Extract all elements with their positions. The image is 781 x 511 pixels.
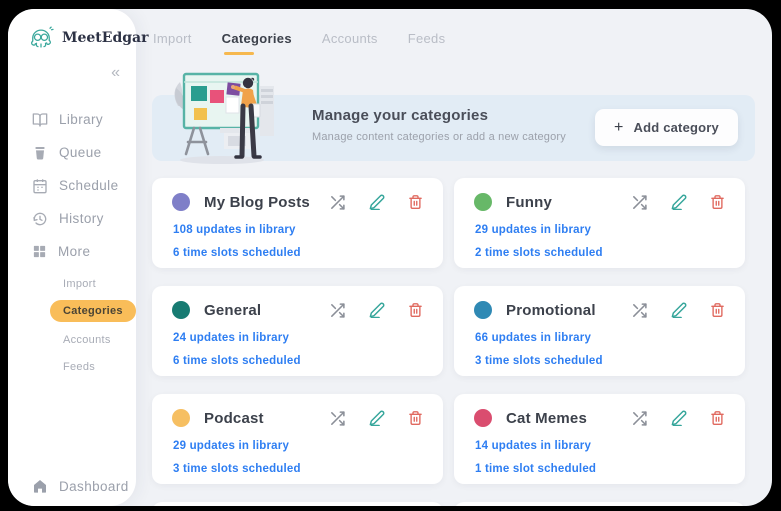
category-color-dot (172, 193, 190, 211)
tab-categories[interactable]: Categories (222, 31, 292, 55)
sidebar-subitem-feeds[interactable]: Feeds (63, 353, 130, 380)
slots-link[interactable]: 3 time slots scheduled (173, 463, 423, 475)
category-card-grid: My Blog Posts 108 updates in library 6 t… (152, 178, 745, 506)
add-category-button[interactable]: + Add category (594, 109, 738, 146)
sidebar-subitem-accounts[interactable]: Accounts (63, 326, 130, 353)
category-name: Cat Memes (506, 409, 587, 427)
delete-icon[interactable] (710, 410, 725, 426)
tab-import[interactable]: Import (153, 31, 192, 55)
sidebar-item-schedule[interactable]: Schedule (32, 169, 130, 202)
sidebar-item-label: Queue (59, 145, 102, 160)
delete-icon[interactable] (710, 194, 725, 210)
sidebar-item-label: Dashboard (59, 478, 129, 494)
sidebar-item-library[interactable]: Library (32, 103, 130, 136)
category-card: Cat Memes 14 updates in library 1 time s… (454, 394, 745, 484)
sidebar-item-label: Schedule (59, 178, 119, 193)
plus-icon: + (613, 118, 624, 136)
tab-accounts[interactable]: Accounts (322, 31, 378, 55)
collapse-sidebar-icon[interactable]: « (111, 65, 120, 81)
sidebar-subitem-categories[interactable]: Categories (50, 300, 136, 322)
category-name: General (204, 301, 262, 319)
category-color-dot (474, 193, 492, 211)
edit-icon[interactable] (369, 302, 385, 318)
tab-bar: Import Categories Accounts Feeds (153, 31, 445, 55)
sidebar-item-dashboard[interactable]: Dashboard (32, 478, 129, 494)
category-name: Podcast (204, 409, 264, 427)
shuffle-icon[interactable] (329, 194, 346, 211)
slots-link[interactable]: 6 time slots scheduled (173, 247, 423, 259)
shuffle-icon[interactable] (631, 410, 648, 427)
tab-feeds[interactable]: Feeds (408, 31, 446, 55)
shuffle-icon[interactable] (329, 410, 346, 427)
logo[interactable]: MeetEdgar (26, 23, 148, 53)
edit-icon[interactable] (671, 410, 687, 426)
sidebar-item-label: Library (59, 112, 104, 127)
category-color-dot (172, 409, 190, 427)
history-clock-icon (32, 211, 48, 227)
category-card-partial (152, 502, 443, 506)
sidebar: MeetEdgar « Library Queue Schedule Histo… (8, 9, 148, 506)
category-color-dot (474, 409, 492, 427)
category-card: My Blog Posts 108 updates in library 6 t… (152, 178, 443, 268)
home-icon (32, 478, 48, 494)
updates-link[interactable]: 66 updates in library (475, 332, 725, 344)
shuffle-icon[interactable] (329, 302, 346, 319)
main-content: Import Categories Accounts Feeds Manage … (136, 9, 772, 506)
category-color-dot (172, 301, 190, 319)
shuffle-icon[interactable] (631, 194, 648, 211)
edit-icon[interactable] (369, 194, 385, 210)
sidebar-item-label: More (58, 244, 91, 259)
sidebar-item-more[interactable]: More (32, 235, 130, 268)
category-name: Promotional (506, 301, 596, 319)
category-name: My Blog Posts (204, 193, 310, 211)
sidebar-item-queue[interactable]: Queue (32, 136, 130, 169)
categories-illustration (164, 66, 286, 166)
slots-link[interactable]: 6 time slots scheduled (173, 355, 423, 367)
delete-icon[interactable] (408, 194, 423, 210)
updates-link[interactable]: 29 updates in library (475, 224, 725, 236)
updates-link[interactable]: 108 updates in library (173, 224, 423, 236)
sidebar-nav: Library Queue Schedule History More Impo… (32, 103, 136, 380)
logo-text: MeetEdgar (62, 30, 149, 46)
sidebar-item-history[interactable]: History (32, 202, 130, 235)
app-window: MeetEdgar « Library Queue Schedule Histo… (8, 9, 772, 506)
sidebar-subitem-import[interactable]: Import (63, 270, 130, 297)
slots-link[interactable]: 3 time slots scheduled (475, 355, 725, 367)
category-card: Podcast 29 updates in library 3 time slo… (152, 394, 443, 484)
add-category-label: Add category (633, 120, 719, 135)
grid-icon (32, 244, 47, 259)
updates-link[interactable]: 24 updates in library (173, 332, 423, 344)
delete-icon[interactable] (408, 410, 423, 426)
book-icon (32, 112, 48, 128)
octopus-logo-icon (26, 23, 56, 53)
category-card: General 24 updates in library 6 time slo… (152, 286, 443, 376)
category-card-partial (454, 502, 745, 506)
shuffle-icon[interactable] (631, 302, 648, 319)
sidebar-subnav: Import Categories Accounts Feeds (50, 270, 136, 380)
banner-subtitle: Manage content categories or add a new c… (312, 131, 566, 143)
category-name: Funny (506, 193, 552, 211)
edit-icon[interactable] (671, 302, 687, 318)
edit-icon[interactable] (671, 194, 687, 210)
queue-icon (32, 145, 48, 161)
slots-link[interactable]: 2 time slots scheduled (475, 247, 725, 259)
calendar-icon (32, 178, 48, 194)
updates-link[interactable]: 29 updates in library (173, 440, 423, 452)
category-card: Funny 29 updates in library 2 time slots… (454, 178, 745, 268)
banner-text: Manage your categories Manage content ca… (312, 107, 566, 143)
banner-title: Manage your categories (312, 107, 489, 124)
category-card: Promotional 66 updates in library 3 time… (454, 286, 745, 376)
delete-icon[interactable] (408, 302, 423, 318)
delete-icon[interactable] (710, 302, 725, 318)
slots-link[interactable]: 1 time slot scheduled (475, 463, 725, 475)
edit-icon[interactable] (369, 410, 385, 426)
category-color-dot (474, 301, 492, 319)
sidebar-item-label: History (59, 211, 104, 226)
updates-link[interactable]: 14 updates in library (475, 440, 725, 452)
